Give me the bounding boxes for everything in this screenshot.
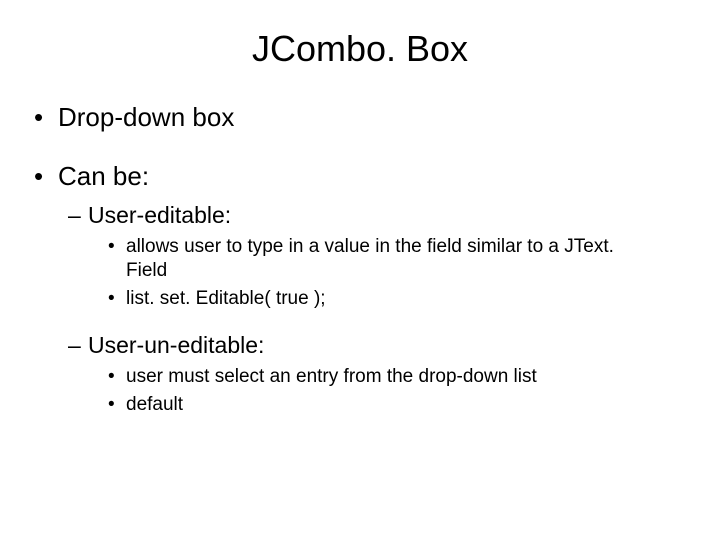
bullet-must-select: user must select an entry from the drop-… [108,365,680,389]
bullet-can-be: Can be: User-editable: allows user to ty… [40,161,680,417]
bullet-text: allows user to type in a value in the fi… [126,235,646,283]
slide-title: JCombo. Box [40,28,680,70]
bullet-set-editable: list. set. Editable( true ); [108,287,680,311]
bullet-allows-type: allows user to type in a value in the fi… [108,235,680,283]
bullet-text: list. set. Editable( true ); [126,287,326,311]
bullet-text: user must select an entry from the drop-… [126,365,537,389]
bullet-list-level2: User-editable: allows user to type in a … [68,202,680,417]
bullet-text: default [126,393,183,417]
bullet-list-level1: Drop-down box Can be: User-editable: all… [40,102,680,417]
bullet-text: User-un-editable: [88,332,264,358]
slide: JCombo. Box Drop-down box Can be: User-e… [0,0,720,465]
bullet-text: User-editable: [88,202,231,228]
bullet-user-editable: User-editable: allows user to type in a … [68,202,680,310]
bullet-list-level3: allows user to type in a value in the fi… [108,235,680,310]
bullet-default: default [108,393,680,417]
bullet-user-uneditable: User-un-editable: user must select an en… [68,332,680,417]
bullet-text: Can be: [58,161,149,191]
bullet-list-level3: user must select an entry from the drop-… [108,365,680,417]
bullet-text: Drop-down box [58,102,234,132]
bullet-dropdown-box: Drop-down box [40,102,680,133]
